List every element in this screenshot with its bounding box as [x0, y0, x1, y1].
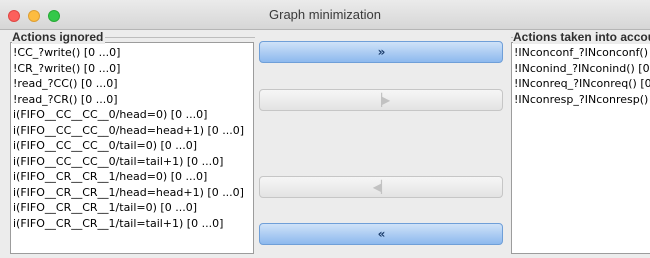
list-item[interactable]: !INconreq_?INconreq() [0 ...: [512, 76, 650, 92]
move-all-left-button[interactable]: «: [259, 223, 503, 245]
actions-taken-list[interactable]: !INconconf_?INconconf() [0 !INconind_?IN…: [511, 42, 650, 254]
list-item[interactable]: !CR_?write() [0 ...0]: [11, 61, 253, 77]
list-item[interactable]: !read_?CR() [0 ...0]: [11, 92, 253, 108]
double-chevron-left-icon: «: [377, 227, 386, 241]
actions-taken-title: Actions taken into accoun: [513, 30, 650, 44]
list-item[interactable]: i(FIFO__CC__CC__0/tail=0) [0 ...0]: [11, 138, 253, 154]
list-item[interactable]: !INconind_?INconind() [0 ...: [512, 61, 650, 77]
list-item[interactable]: i(FIFO__CC__CC__0/head=0) [0 ...0]: [11, 107, 253, 123]
title-bar: Graph minimization: [0, 0, 650, 30]
list-item[interactable]: !CC_?write() [0 ...0]: [11, 45, 253, 61]
list-item[interactable]: i(FIFO__CC__CC__0/head=head+1) [0 ...0]: [11, 123, 253, 139]
list-item[interactable]: !INconconf_?INconconf() [0: [512, 45, 650, 61]
double-chevron-right-icon: »: [377, 45, 386, 59]
arrow-bar-left-icon: ◀▏: [372, 180, 390, 194]
list-item[interactable]: i(FIFO__CR__CR__1/head=0) [0 ...0]: [11, 169, 253, 185]
list-item[interactable]: i(FIFO__CC__CC__0/tail=tail+1) [0 ...0]: [11, 154, 253, 170]
bar-arrow-right-icon: ▕▶: [372, 93, 390, 107]
window-title: Graph minimization: [269, 7, 381, 22]
move-all-right-button[interactable]: »: [259, 41, 503, 63]
graph-minimization-window: Graph minimization Actions ignored !CC_?…: [0, 0, 650, 258]
list-item[interactable]: !read_?CC() [0 ...0]: [11, 76, 253, 92]
actions-ignored-title: Actions ignored: [12, 30, 106, 44]
move-left-button[interactable]: ◀▏: [259, 176, 503, 198]
list-item[interactable]: i(FIFO__CR__CR__1/tail=tail+1) [0 ...0]: [11, 216, 253, 232]
list-item[interactable]: i(FIFO__CR__CR__1/head=head+1) [0 ...0]: [11, 185, 253, 201]
list-item[interactable]: i(FIFO__CR__CR__1/tail=0) [0 ...0]: [11, 200, 253, 216]
actions-ignored-list[interactable]: !CC_?write() [0 ...0] !CR_?write() [0 ..…: [10, 42, 254, 254]
list-item[interactable]: !INconresp_?INconresp() [0: [512, 92, 650, 108]
move-right-button[interactable]: ▕▶: [259, 89, 503, 111]
